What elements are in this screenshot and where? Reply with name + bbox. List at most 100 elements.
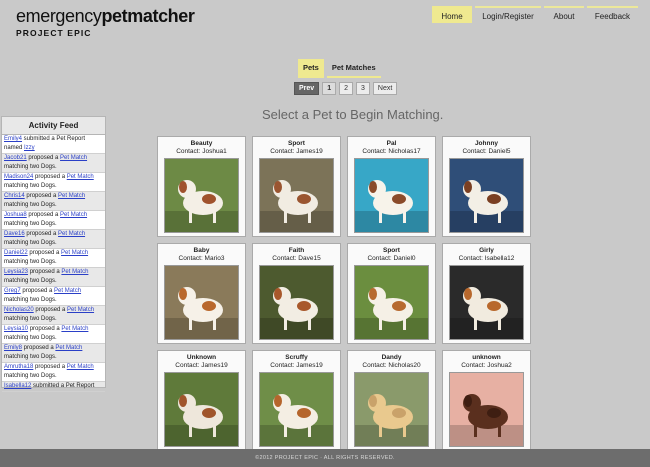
next-page-button[interactable]: Next [372, 82, 398, 95]
pet-card[interactable]: Unknown Contact: James19 [157, 350, 246, 451]
pet-name: Unknown [186, 354, 217, 361]
feed-text: proposed a [20, 288, 55, 294]
nav-home[interactable]: Home [432, 6, 472, 23]
pet-name: Scruffy [285, 354, 308, 361]
tab-pet-matches[interactable]: Pet Matches [326, 59, 381, 78]
pet-photo[interactable] [259, 265, 334, 340]
pet-photo[interactable] [164, 158, 239, 233]
pet-report-link[interactable]: Izzy [24, 145, 35, 151]
feed-user-link[interactable]: Chris14 [4, 193, 25, 199]
feed-text: proposed a [26, 155, 61, 161]
prev-page-button[interactable]: Prev [294, 82, 320, 95]
pet-match-link[interactable]: Pet Match [60, 155, 87, 161]
logo-wordmark: emergencypetmatcher [16, 6, 195, 26]
pet-match-link[interactable]: Pet Match [54, 288, 81, 294]
pet-photo[interactable] [164, 265, 239, 340]
feed-text: matching two Dogs. [4, 259, 57, 265]
page-headline: Select a Pet to Begin Matching. [262, 107, 444, 122]
content-tabs: Pets Pet Matches [298, 59, 381, 78]
feed-user-link[interactable]: Daniel22 [4, 250, 28, 256]
tab-pets[interactable]: Pets [298, 59, 324, 78]
pet-match-link[interactable]: Pet Match [60, 212, 87, 218]
feed-text: proposed a [22, 345, 56, 351]
feed-user-link[interactable]: Nicholas20 [4, 307, 34, 313]
pet-card[interactable]: Johnny Contact: Daniel5 [442, 136, 531, 237]
activity-feed-list: Emily4 submitted a Pet Report named Izzy… [2, 135, 105, 392]
feed-item: Daniel22 proposed a Pet Match matching t… [2, 249, 105, 268]
pet-name: Baby [193, 247, 210, 254]
pet-contact: Contact: Dave15 [272, 255, 321, 262]
pet-contact: Contact: Isabella12 [458, 255, 515, 262]
pet-match-link[interactable]: Pet Match [55, 345, 82, 351]
feed-user-link[interactable]: Madison24 [4, 174, 33, 180]
pet-card[interactable]: Dandy Contact: Nicholas20 [347, 350, 436, 451]
pet-card[interactable]: Beauty Contact: Joshua1 [157, 136, 246, 237]
pet-match-link[interactable]: Pet Match [67, 174, 94, 180]
feed-item: Amrutha18 proposed a Pet Match matching … [2, 363, 105, 382]
feed-user-link[interactable]: Emily8 [4, 345, 22, 351]
pet-name: Sport [383, 247, 400, 254]
feed-user-link[interactable]: Dave16 [4, 231, 25, 237]
feed-item: Dave16 proposed a Pet Match matching two… [2, 230, 105, 249]
site-logo[interactable]: emergencypetmatcher PROJECT EPIC [16, 6, 195, 38]
pet-contact: Contact: James19 [175, 362, 228, 369]
feed-user-link[interactable]: Isabella12 [4, 383, 31, 389]
pet-photo[interactable] [354, 265, 429, 340]
pet-photo[interactable] [449, 158, 524, 233]
feed-user-link[interactable]: Amrutha18 [4, 364, 33, 370]
feed-text: matching two Dogs. [4, 202, 57, 208]
pet-card[interactable]: Girly Contact: Isabella12 [442, 243, 531, 344]
nav-feedback[interactable]: Feedback [587, 6, 638, 23]
feed-text: proposed a [28, 269, 62, 275]
pet-card[interactable]: Baby Contact: Mario3 [157, 243, 246, 344]
pet-photo[interactable] [354, 158, 429, 233]
pet-photo[interactable] [259, 372, 334, 447]
pet-card[interactable]: Sport Contact: James19 [252, 136, 341, 237]
pet-match-link[interactable]: Pet Match [61, 250, 88, 256]
pet-card[interactable]: Pal Contact: Nicholas17 [347, 136, 436, 237]
feed-item: Joshua8 proposed a Pet Match matching tw… [2, 211, 105, 230]
page-3-button[interactable]: 3 [356, 82, 370, 95]
page-1-button[interactable]: 1 [322, 82, 337, 95]
pet-name: unknown [472, 354, 501, 361]
nav-login-register[interactable]: Login/Register [475, 6, 541, 23]
feed-item: Madison24 proposed a Pet Match matching … [2, 173, 105, 192]
feed-user-link[interactable]: Emily4 [4, 136, 22, 142]
pet-match-link[interactable]: Pet Match [61, 269, 88, 275]
feed-user-link[interactable]: Joshua8 [4, 212, 27, 218]
pet-photo[interactable] [354, 372, 429, 447]
pet-name: Beauty [190, 140, 213, 147]
pet-card[interactable]: Scruffy Contact: James19 [252, 350, 341, 451]
feed-text: matching two Dogs. [4, 373, 57, 379]
logo-subtitle: PROJECT EPIC [16, 28, 92, 38]
pet-match-link[interactable]: Pet Match [67, 307, 94, 313]
feed-item: Jacob21 proposed a Pet Match matching tw… [2, 154, 105, 173]
feed-user-link[interactable]: Leysia23 [4, 269, 28, 275]
pet-contact: Contact: Joshua1 [176, 148, 227, 155]
pet-grid: Beauty Contact: Joshua1 Sport Contact: Jame… [157, 136, 531, 451]
pet-match-link[interactable]: Pet Match [67, 364, 94, 370]
nav-about[interactable]: About [544, 6, 584, 23]
feed-user-link[interactable]: Greg7 [4, 288, 21, 294]
feed-text: matching two Dogs. [4, 221, 57, 227]
feed-user-link[interactable]: Leysia10 [4, 326, 28, 332]
pet-card[interactable]: unknown Contact: Joshua2 [442, 350, 531, 451]
feed-text: proposed a [24, 193, 59, 199]
pet-contact: Contact: Nicholas20 [362, 362, 421, 369]
feed-text: proposed a [28, 326, 62, 332]
pet-match-link[interactable]: Pet Match [61, 326, 88, 332]
feed-item: Emily4 submitted a Pet Report named Izzy [2, 135, 105, 154]
pet-match-link[interactable]: Pet Match [58, 193, 85, 199]
feed-item: Chris14 proposed a Pet Match matching tw… [2, 192, 105, 211]
pet-photo[interactable] [449, 265, 524, 340]
feed-user-link[interactable]: Jacob21 [4, 155, 27, 161]
pet-photo[interactable] [449, 372, 524, 447]
pet-match-link[interactable]: Pet Match [58, 231, 85, 237]
pet-photo[interactable] [259, 158, 334, 233]
page-2-button[interactable]: 2 [339, 82, 353, 95]
pet-photo[interactable] [164, 372, 239, 447]
feed-text: matching two Dogs. [4, 297, 57, 303]
pet-card[interactable]: Faith Contact: Dave15 [252, 243, 341, 344]
pet-name: Sport [288, 140, 305, 147]
pet-card[interactable]: Sport Contact: Daniel0 [347, 243, 436, 344]
